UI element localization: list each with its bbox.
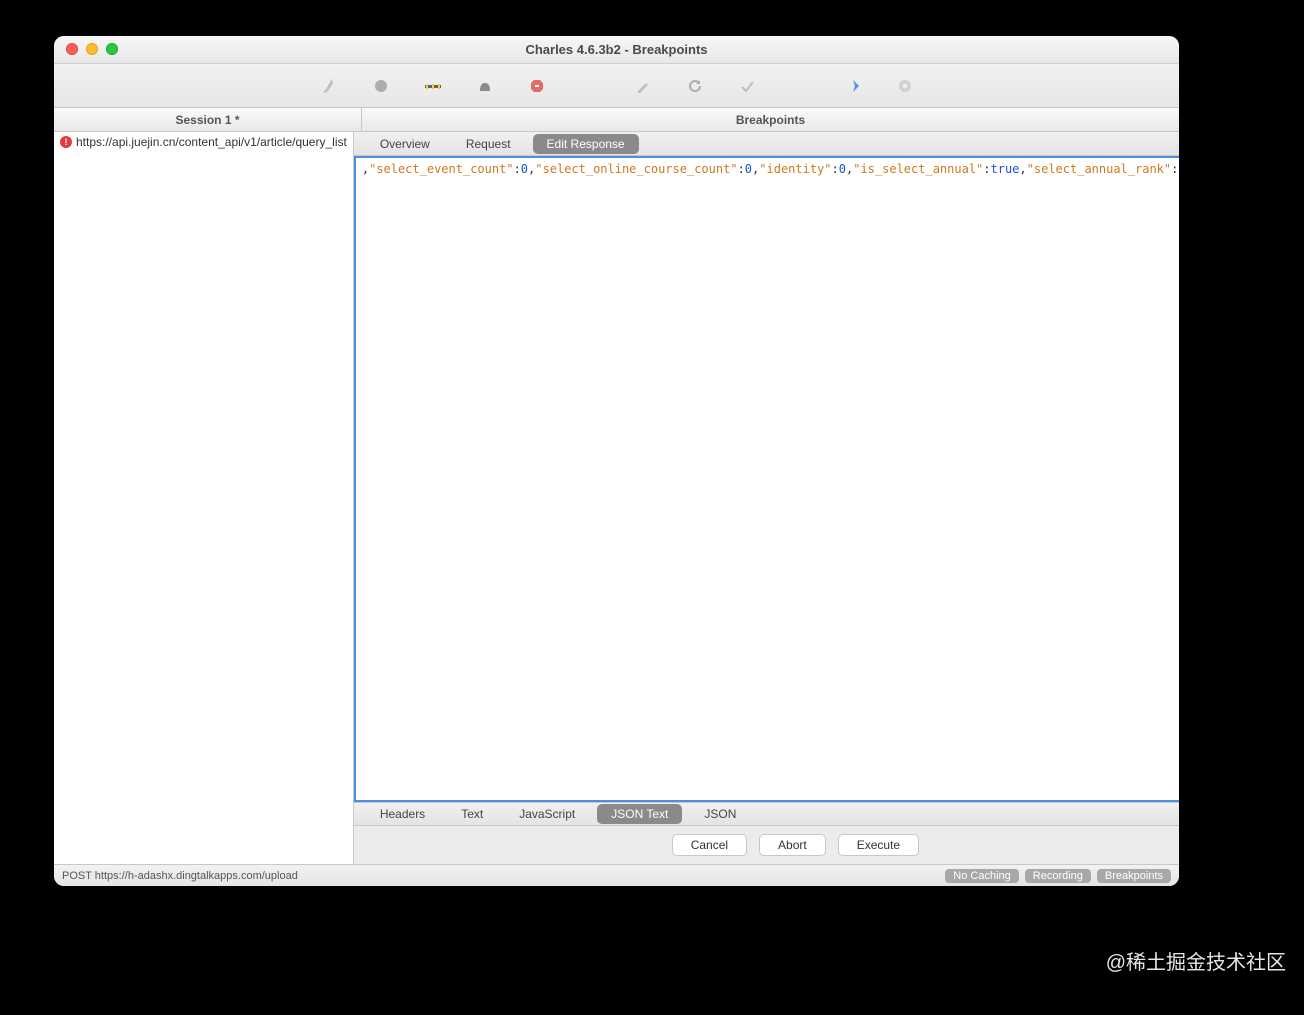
pill-no-caching[interactable]: No Caching	[945, 869, 1018, 883]
session-header: Session 1 *	[54, 108, 362, 131]
stop-icon[interactable]	[528, 77, 546, 95]
tab-request[interactable]: Request	[452, 134, 525, 154]
settings-icon[interactable]	[896, 77, 914, 95]
refresh-icon[interactable]	[686, 77, 704, 95]
response-editor[interactable]: ,"select_event_count":0,"select_online_c…	[354, 156, 1179, 802]
request-method-icon: !	[60, 136, 72, 148]
status-pills: No Caching Recording Breakpoints	[945, 869, 1171, 883]
broom-icon[interactable]	[320, 77, 338, 95]
status-text: POST https://h-adashx.dingtalkapps.com/u…	[62, 870, 298, 882]
watermark: @稀土掘金技术社区	[1106, 946, 1286, 975]
tab-overview[interactable]: Overview	[366, 134, 444, 154]
pill-recording[interactable]: Recording	[1025, 869, 1091, 883]
tab-json-text[interactable]: JSON Text	[597, 804, 682, 824]
tab-headers[interactable]: Headers	[366, 804, 439, 824]
tab-text[interactable]: Text	[447, 804, 497, 824]
zoom-window-button[interactable]	[106, 43, 118, 55]
record-icon[interactable]	[372, 77, 390, 95]
toolbar	[54, 64, 1179, 108]
window-title: Charles 4.6.3b2 - Breakpoints	[54, 42, 1179, 57]
bottom-tabs: Headers Text JavaScript JSON Text JSON	[354, 802, 1179, 826]
request-row[interactable]: ! https://api.juejin.cn/content_api/v1/a…	[54, 132, 353, 152]
body: ! https://api.juejin.cn/content_api/v1/a…	[54, 132, 1179, 864]
tab-edit-response[interactable]: Edit Response	[533, 134, 639, 154]
main-panel: Overview Request Edit Response ,"select_…	[354, 132, 1179, 864]
app-window: Charles 4.6.3b2 - Breakpoints Session 1 …	[54, 36, 1179, 886]
titlebar: Charles 4.6.3b2 - Breakpoints	[54, 36, 1179, 64]
panel-headers: Session 1 * Breakpoints	[54, 108, 1179, 132]
abort-button[interactable]: Abort	[759, 834, 826, 856]
request-url: https://api.juejin.cn/content_api/v1/art…	[76, 135, 347, 149]
tools-icon[interactable]	[844, 77, 862, 95]
execute-button[interactable]: Execute	[838, 834, 919, 856]
cancel-button[interactable]: Cancel	[672, 834, 747, 856]
throttle-icon[interactable]	[424, 77, 442, 95]
statusbar: POST https://h-adashx.dingtalkapps.com/u…	[54, 864, 1179, 886]
breakpoints-icon[interactable]	[476, 77, 494, 95]
pill-breakpoints[interactable]: Breakpoints	[1097, 869, 1171, 883]
edit-icon[interactable]	[634, 77, 652, 95]
tab-javascript[interactable]: JavaScript	[505, 804, 589, 824]
traffic-lights	[66, 43, 118, 55]
breakpoints-header: Breakpoints	[362, 108, 1179, 131]
close-window-button[interactable]	[66, 43, 78, 55]
check-icon[interactable]	[738, 77, 756, 95]
tab-json[interactable]: JSON	[690, 804, 750, 824]
request-list[interactable]: ! https://api.juejin.cn/content_api/v1/a…	[54, 132, 354, 864]
minimize-window-button[interactable]	[86, 43, 98, 55]
top-tabs: Overview Request Edit Response	[354, 132, 1179, 156]
action-bar: Cancel Abort Execute	[354, 826, 1179, 864]
